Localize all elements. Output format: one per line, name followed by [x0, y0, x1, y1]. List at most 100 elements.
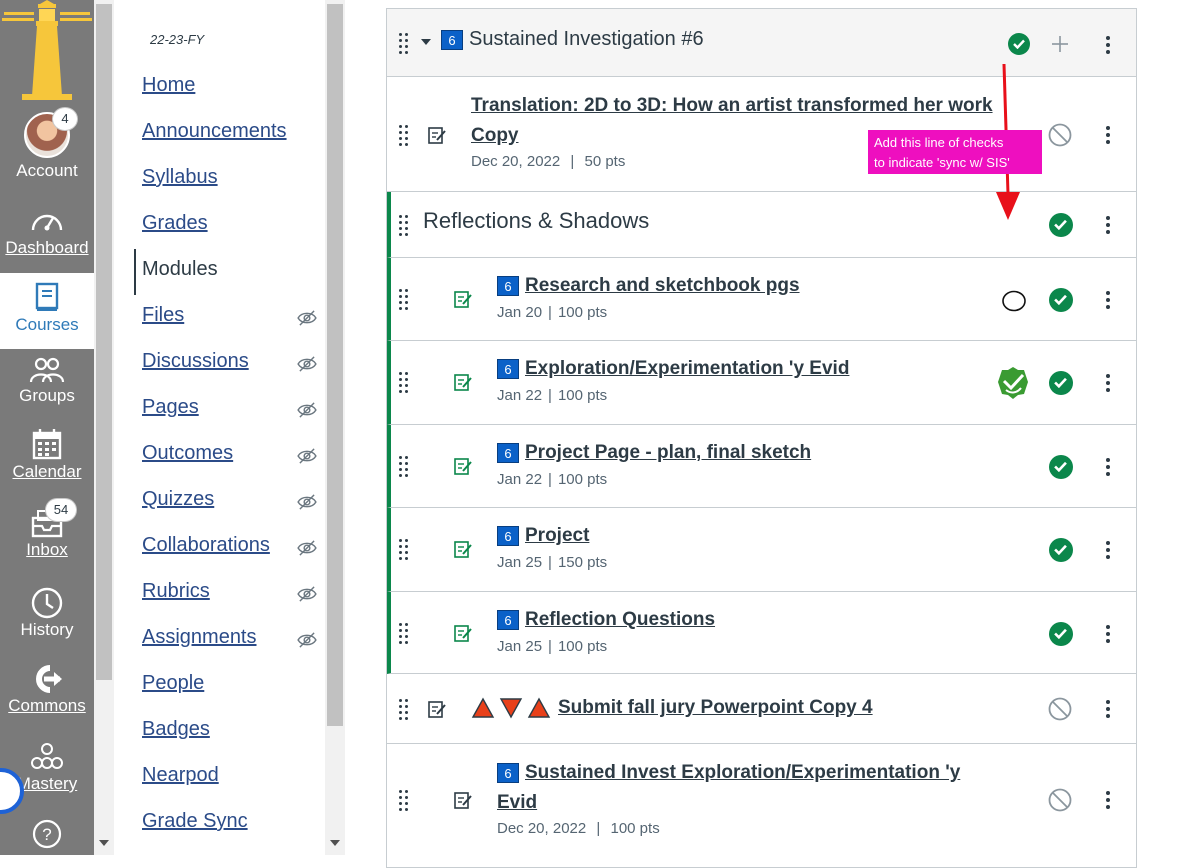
nav-courses[interactable]: Courses [0, 273, 94, 349]
nav-dashboard[interactable]: Dashboard [0, 206, 94, 258]
assignment-icon [428, 701, 446, 718]
course-nav-badges[interactable]: Badges [142, 718, 210, 741]
item-title[interactable]: Submit fall jury Powerpoint Copy 4 [558, 693, 873, 723]
item-title-text[interactable]: Reflection Questions [525, 609, 715, 630]
course-nav-modules[interactable]: Modules [142, 258, 218, 281]
course-nav-pages[interactable]: Pages [142, 396, 199, 419]
item-kebab-icon[interactable] [1106, 291, 1110, 309]
scrollbar-thumb[interactable] [96, 4, 112, 680]
nav-commons[interactable]: Commons [0, 664, 94, 716]
module-item-row[interactable]: 6 Project Page - plan, final sketch Jan 22… [387, 425, 1136, 508]
course-nav-syllabus[interactable]: Syllabus [142, 166, 218, 189]
unpublished-icon[interactable] [1048, 697, 1072, 721]
course-nav-scrollbar[interactable] [325, 0, 345, 855]
nav-calendar[interactable]: Calendar [0, 428, 94, 482]
scroll-down-arrow[interactable] [330, 840, 340, 846]
module-item-row[interactable]: 6 Reflection Questions Jan 25 | 100 pts [387, 592, 1136, 674]
item-title-line1[interactable]: Translation: 2D to 3D: How an artist tra… [471, 95, 993, 116]
course-nav-people[interactable]: People [142, 672, 204, 695]
drag-handle-icon[interactable] [399, 699, 411, 720]
nav-history[interactable]: History [0, 586, 94, 640]
item-title[interactable]: 6 Exploration/Experimentation 'y Evid [497, 354, 849, 384]
item-kebab-icon[interactable] [1106, 700, 1110, 718]
unpublished-icon[interactable] [1048, 123, 1072, 147]
nav-help[interactable]: ? [0, 818, 94, 850]
module-item-row[interactable]: 6 Project Jan 25 | 150 pts [387, 508, 1136, 592]
drag-handle-icon[interactable] [399, 289, 411, 310]
drag-handle-icon[interactable] [399, 623, 411, 644]
published-check-icon[interactable] [1049, 538, 1073, 562]
item-title[interactable]: 6 Project Page - plan, final sketch [497, 438, 811, 468]
drag-handle-icon[interactable] [399, 125, 411, 146]
global-nav-scrollbar[interactable] [94, 0, 114, 855]
drag-handle-icon[interactable] [399, 790, 411, 811]
course-nav-grades[interactable]: Grades [142, 212, 208, 235]
module-title-wrap: 6 Sustained Investigation #6 [441, 28, 704, 51]
collapse-caret-icon[interactable] [421, 39, 431, 45]
item-kebab-icon[interactable] [1106, 625, 1110, 643]
course-nav-assignments[interactable]: Assignments [142, 626, 257, 649]
course-nav-grade-sync[interactable]: Grade Sync [142, 810, 248, 833]
course-nav-rubrics[interactable]: Rubrics [142, 580, 210, 603]
published-check-icon[interactable] [1049, 213, 1073, 237]
published-check-icon[interactable] [1049, 622, 1073, 646]
item-title-text[interactable]: Project [525, 525, 589, 546]
item-title-line2[interactable]: Evid [497, 792, 537, 813]
module-item-row[interactable]: 6 Sustained Invest Exploration/Experiment… [387, 744, 1136, 864]
course-nav-announcements[interactable]: Announcements [142, 120, 287, 143]
item-title-line2[interactable]: Copy [471, 125, 519, 146]
item-title-text[interactable]: Project Page - plan, final sketch [525, 442, 811, 463]
item-kebab-icon[interactable] [1106, 374, 1110, 392]
course-nav-nearpod[interactable]: Nearpod [142, 764, 219, 787]
integration-check-icon[interactable] [997, 366, 1029, 400]
course-nav-collaborations[interactable]: Collaborations [142, 534, 270, 557]
module-item-row[interactable]: 6 Exploration/Experimentation 'y Evid Jan … [387, 341, 1136, 425]
scrollbar-thumb[interactable] [327, 4, 343, 726]
course-nav-home[interactable]: Home [142, 74, 195, 97]
item-kebab-icon[interactable] [1106, 216, 1110, 234]
published-check-icon[interactable] [1049, 288, 1073, 312]
published-check-icon[interactable] [1008, 33, 1030, 55]
course-nav-files[interactable]: Files [142, 304, 184, 327]
drag-handle-icon[interactable] [399, 372, 411, 393]
item-title-line1[interactable]: Sustained Invest Exploration/Experimenta… [525, 762, 960, 783]
item-title[interactable]: 6 Reflection Questions [497, 605, 715, 635]
item-kebab-icon[interactable] [1106, 541, 1110, 559]
drag-handle-icon[interactable] [399, 33, 411, 54]
institution-logo[interactable] [0, 0, 94, 100]
drag-handle-icon[interactable] [399, 456, 411, 477]
item-kebab-icon[interactable] [1106, 791, 1110, 809]
published-check-icon[interactable] [1049, 371, 1073, 395]
unpublished-icon[interactable] [1048, 788, 1072, 812]
meta-separator: | [596, 820, 601, 837]
item-title-text[interactable]: Research and sketchbook pgs [525, 275, 800, 296]
add-item-icon[interactable] [1051, 35, 1069, 53]
nav-dashboard-label: Dashboard [5, 238, 89, 257]
item-points: 50 pts [584, 153, 626, 170]
item-title[interactable]: 6 Project [497, 521, 589, 551]
meta-separator: | [570, 153, 575, 170]
nav-account[interactable]: Account [0, 112, 94, 181]
item-kebab-icon[interactable] [1106, 126, 1110, 144]
svg-text:?: ? [42, 825, 51, 844]
course-nav-quizzes[interactable]: Quizzes [142, 488, 214, 511]
course-nav-outcomes[interactable]: Outcomes [142, 442, 233, 465]
module-item-row[interactable]: Submit fall jury Powerpoint Copy 4 [387, 674, 1136, 744]
published-check-icon[interactable] [1049, 455, 1073, 479]
item-date: Jan 22 [497, 387, 543, 404]
drag-handle-icon[interactable] [399, 215, 411, 236]
nav-groups[interactable]: Groups [0, 356, 94, 406]
module-item-row[interactable]: 6 Research and sketchbook pgs Jan 20 | 100 p… [387, 258, 1136, 341]
drag-handle-icon[interactable] [399, 539, 411, 560]
scroll-down-arrow[interactable] [99, 840, 109, 846]
item-kebab-icon[interactable] [1106, 458, 1110, 476]
courses-icon [35, 282, 59, 311]
course-nav-discussions[interactable]: Discussions [142, 350, 249, 373]
hidden-eye-icon [297, 494, 317, 510]
item-title[interactable]: 6 Research and sketchbook pgs [497, 271, 800, 301]
module-title: Sustained Investigation #6 [469, 28, 704, 50]
item-title-text[interactable]: Exploration/Experimentation 'y Evid [525, 358, 849, 379]
item-title[interactable]: 6 Sustained Invest Exploration/Experiment… [497, 758, 997, 818]
empty-circle-icon[interactable] [1001, 289, 1027, 313]
module-kebab-icon[interactable] [1106, 36, 1110, 54]
